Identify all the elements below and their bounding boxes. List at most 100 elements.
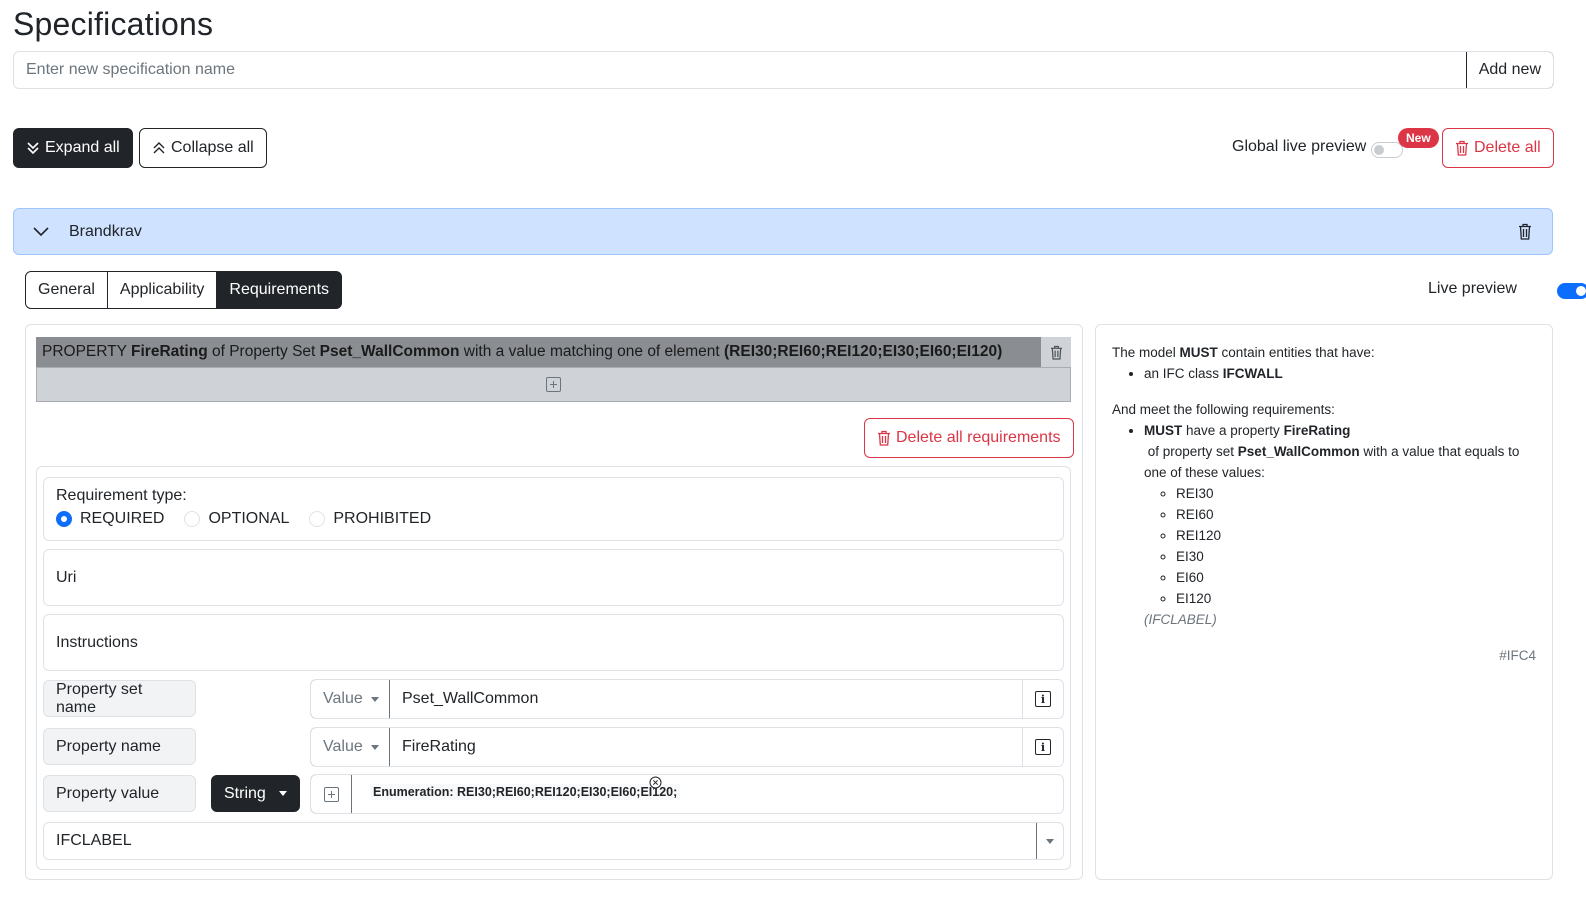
requirement-type-group: Requirement type: REQUIRED OPTIONAL PROH… [43, 477, 1064, 541]
preview-value-item: EI30 [1176, 546, 1536, 567]
preview-req-text-1: have a property [1182, 423, 1284, 438]
trash-icon [1050, 345, 1062, 360]
caret-down-icon [370, 744, 379, 750]
property-name-info-button[interactable]: i [1022, 728, 1063, 766]
preview-value-item: EI60 [1176, 567, 1536, 588]
preview-applicability-class: IFCWALL [1222, 366, 1283, 381]
specification-name: Brandkrav [69, 223, 142, 240]
property-set-mode-dropdown[interactable]: Value [311, 680, 390, 718]
delete-all-label: Delete all [1474, 139, 1541, 156]
close-circle-icon[interactable] [649, 776, 662, 789]
enumeration-tag: Enumeration: REI30;REI60;REI120;EI30;EI6… [370, 784, 681, 800]
value-type-dropdown[interactable]: String [211, 775, 300, 812]
property-name-label: Property name [43, 728, 196, 765]
info-icon: i [1035, 691, 1051, 707]
trash-icon [1456, 140, 1468, 156]
caret-down-icon [278, 791, 287, 796]
plus-square-icon [323, 786, 339, 802]
add-enumeration-button[interactable] [311, 775, 352, 813]
datatype-select[interactable]: IFCLABEL [43, 822, 1064, 860]
tab-requirements[interactable]: Requirements [216, 271, 343, 309]
delete-all-button[interactable]: Delete all [1442, 128, 1554, 168]
global-live-preview-toggle[interactable] [1371, 141, 1403, 158]
preview-ifc-version: #IFC4 [1499, 648, 1536, 663]
plus-square-icon [546, 377, 561, 392]
property-set-info-button[interactable]: i [1022, 680, 1063, 718]
delete-all-requirements-label: Delete all requirements [896, 429, 1061, 446]
radio-required-label: REQUIRED [80, 510, 165, 527]
req-summary-text-1: PROPERTY [42, 343, 132, 360]
preview-req-must: MUST [1144, 423, 1183, 438]
property-set-mode-label: Value [323, 690, 363, 707]
preview-applicability-text: an IFC class [1144, 366, 1223, 381]
req-summary-pset: Pset_WallCommon [319, 343, 460, 360]
caret-down-icon [1046, 838, 1054, 844]
datatype-dropdown-toggle[interactable] [1036, 823, 1063, 859]
new-spec-name-input[interactable] [14, 52, 1466, 88]
preview-req-text-2: of property set [1144, 444, 1238, 459]
radio-dot-icon [184, 511, 201, 527]
value-type-label: String [224, 784, 266, 802]
preview-applicability-item: an IFC class IFCWALL [1144, 363, 1536, 384]
property-name-mode-dropdown[interactable]: Value [311, 728, 390, 766]
trash-icon[interactable] [1518, 223, 1532, 240]
chevron-down-icon[interactable] [33, 227, 49, 237]
collapse-all-label: Collapse all [171, 139, 254, 156]
new-spec-group: Add new [13, 51, 1554, 89]
expand-all-label: Expand all [45, 139, 120, 156]
spec-tabs: General Applicability Requirements [25, 271, 343, 309]
collapse-all-button[interactable]: Collapse all [139, 128, 267, 168]
tab-applicability[interactable]: Applicability [106, 271, 218, 309]
property-name-mode-label: Value [323, 738, 363, 755]
property-name-input[interactable]: FireRating [390, 728, 1022, 766]
req-summary-property: FireRating [131, 343, 208, 360]
tab-general[interactable]: General [25, 271, 108, 309]
property-name-group: Value FireRating i [310, 727, 1064, 767]
radio-optional[interactable]: OPTIONAL [184, 510, 289, 528]
preview-value-item: REI60 [1176, 504, 1536, 525]
global-live-preview-label: Global live preview [1232, 138, 1367, 155]
delete-all-requirements-button[interactable]: Delete all requirements [864, 418, 1074, 458]
preview-datatype: (IFCLABEL) [1144, 612, 1217, 627]
preview-value-item: REI120 [1176, 525, 1536, 546]
preview-requirements-intro: And meet the following requirements: [1112, 402, 1335, 417]
page-title: Specifications [13, 6, 214, 42]
radio-prohibited[interactable]: PROHIBITED [309, 510, 431, 528]
radio-dot-icon [309, 511, 326, 527]
preview-requirements-list: MUST have a property FireRating of prope… [1112, 420, 1536, 630]
info-icon: i [1035, 739, 1051, 755]
preview-value-item: EI120 [1176, 588, 1536, 609]
req-summary-text-2: of Property Set [207, 343, 320, 360]
req-summary-values: (REI30;REI60;REI120;EI30;EI60;EI120) [724, 343, 1003, 360]
chevrons-up-icon [153, 142, 165, 154]
add-new-button[interactable]: Add new [1465, 52, 1553, 88]
requirement-delete-button[interactable] [1041, 337, 1071, 367]
preview-intro-text-2: contain entities that have: [1217, 345, 1375, 360]
preview-intro-must: MUST [1179, 345, 1218, 360]
preview-intro-text: The model [1112, 345, 1180, 360]
preview-value-item: REI30 [1176, 483, 1536, 504]
requirement-type-label: Requirement type: [56, 487, 187, 504]
requirement-summary-row[interactable]: PROPERTY FireRating of Property Set Pset… [36, 337, 1042, 367]
radio-prohibited-label: PROHIBITED [333, 510, 432, 527]
live-preview-label: Live preview [1428, 280, 1517, 297]
instructions-input[interactable]: Instructions [43, 614, 1064, 671]
radio-optional-label: OPTIONAL [208, 510, 290, 527]
uri-input[interactable]: Uri [43, 549, 1064, 606]
preview-intro: The model MUST contain entities that hav… [1112, 342, 1536, 363]
expand-all-button[interactable]: Expand all [13, 128, 133, 168]
radio-required[interactable]: REQUIRED [56, 510, 164, 528]
live-preview-panel: The model MUST contain entities that hav… [1095, 324, 1553, 880]
trash-icon [878, 430, 890, 446]
preview-req-pset: Pset_WallCommon [1237, 444, 1360, 459]
live-preview-toggle[interactable] [1557, 282, 1586, 299]
new-badge: New [1398, 128, 1439, 148]
preview-applicability-list: an IFC class IFCWALL [1112, 363, 1536, 384]
specification-accordion-header[interactable]: Brandkrav [13, 208, 1553, 255]
property-set-name-input[interactable]: Pset_WallCommon [390, 680, 1022, 718]
property-set-name-label: Property set name [43, 680, 196, 717]
property-set-name-group: Value Pset_WallCommon i [310, 679, 1064, 719]
datatype-value: IFCLABEL [56, 832, 132, 849]
preview-values-list: REI30 REI60 REI120 EI30 EI60 EI120 [1144, 483, 1536, 609]
add-requirement-button[interactable] [36, 367, 1071, 402]
